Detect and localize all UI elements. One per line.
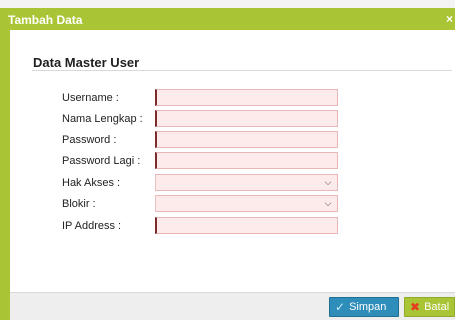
password-confirm-label: Password Lagi : — [62, 155, 141, 167]
password-confirm-row: Password Lagi : — [10, 152, 455, 172]
check-icon: ✓ — [335, 300, 346, 314]
password-label: Password : — [62, 134, 117, 146]
username-label: Username : — [62, 92, 119, 104]
ip-address-input[interactable] — [155, 217, 338, 234]
dialog-body: Data Master User Username : Nama Lengkap… — [10, 30, 455, 292]
close-icon[interactable]: × — [446, 12, 453, 26]
full-name-input[interactable] — [155, 110, 338, 127]
cancel-button-label: Batal — [424, 301, 450, 313]
chevron-down-icon[interactable]: ⌵ — [321, 197, 335, 210]
password-input[interactable] — [155, 131, 338, 148]
blocked-select[interactable]: ⌵ — [155, 195, 338, 212]
username-row: Username : — [10, 89, 455, 109]
username-input[interactable] — [155, 89, 338, 106]
full-name-row: Nama Lengkap : — [10, 110, 455, 130]
section-title: Data Master User — [33, 55, 140, 70]
access-rights-select[interactable]: ⌵ — [155, 174, 338, 191]
chevron-down-icon[interactable]: ⌵ — [321, 176, 335, 189]
x-icon: ✖ — [410, 300, 421, 314]
section-divider — [32, 70, 452, 71]
full-name-label: Nama Lengkap : — [62, 113, 143, 125]
ip-address-row: IP Address : — [10, 217, 455, 237]
save-button[interactable]: ✓ Simpan — [329, 297, 399, 317]
save-button-label: Simpan — [349, 301, 387, 313]
password-confirm-input[interactable] — [155, 152, 338, 169]
password-row: Password : — [10, 131, 455, 151]
add-data-dialog: Tambah Data × Data Master User Username … — [0, 8, 455, 320]
access-rights-label: Hak Akses : — [62, 177, 121, 189]
blocked-label: Blokir : — [62, 198, 96, 210]
cancel-button[interactable]: ✖ Batal — [404, 297, 455, 317]
access-rights-row: Hak Akses : ⌵ — [10, 174, 455, 194]
dialog-title: Tambah Data — [8, 13, 83, 27]
dialog-titlebar[interactable]: Tambah Data × — [0, 8, 455, 30]
blocked-row: Blokir : ⌵ — [10, 195, 455, 215]
ip-address-label: IP Address : — [62, 220, 122, 232]
dialog-footer: ✓ Simpan ✖ Batal — [10, 292, 455, 320]
